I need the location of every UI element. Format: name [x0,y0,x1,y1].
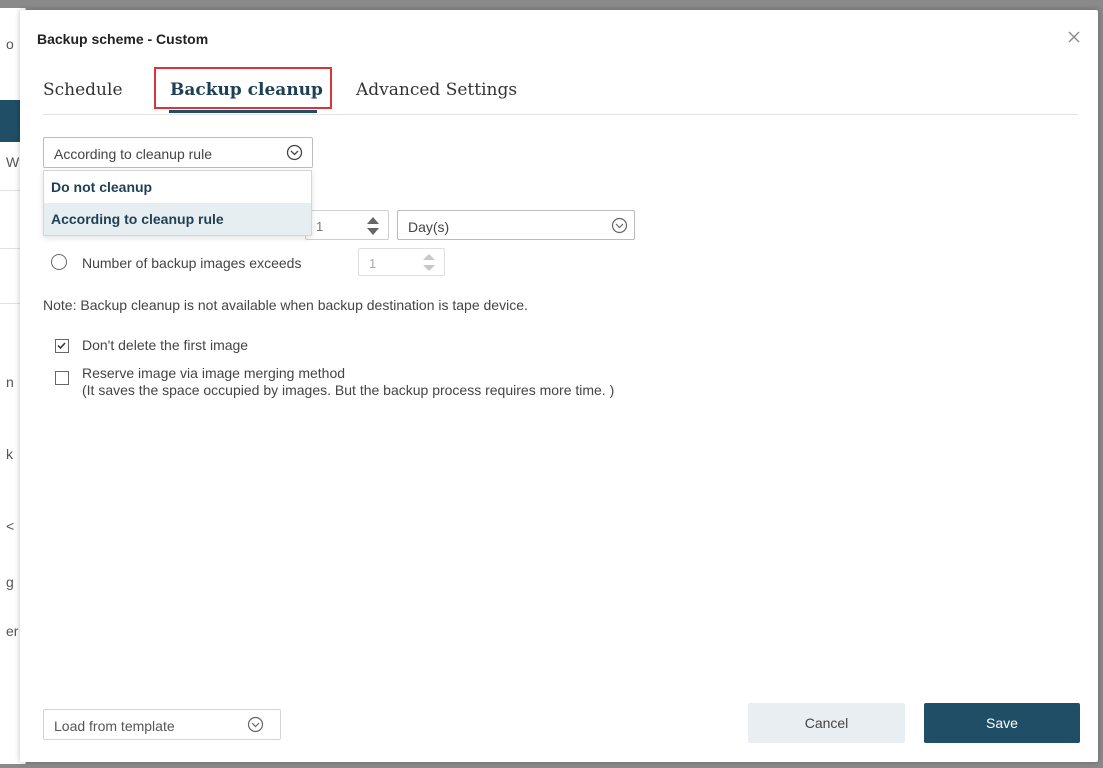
count-rule-radio[interactable] [51,254,67,270]
bg-text-fragment: n [6,374,14,390]
chevron-down-circle-icon [247,716,264,733]
dialog-title: Backup scheme - Custom [37,31,209,47]
bg-text-fragment: W [6,154,20,170]
cleanup-mode-select[interactable]: According to cleanup rule [43,137,313,168]
tape-device-note: Note: Backup cleanup is not available wh… [43,297,528,313]
stepper-down-icon[interactable] [423,265,435,271]
age-unit-select[interactable]: Day(s) [397,210,635,240]
age-unit-value: Day(s) [408,219,450,235]
bg-text-fragment: < [6,518,15,534]
cleanup-mode-value: According to cleanup rule [54,146,212,162]
bg-text-fragment: er [6,623,19,639]
tab-bar: Schedule Backup cleanup Advanced Setting… [43,66,1078,115]
close-button[interactable] [1064,27,1084,47]
stepper-down-icon[interactable] [367,228,379,235]
option-do-not-cleanup[interactable]: Do not cleanup [44,171,311,203]
cleanup-mode-dropdown: Do not cleanup According to cleanup rule [43,170,312,236]
keep-first-image-checkbox[interactable] [55,339,69,353]
active-tab-indicator [169,110,317,113]
age-value-stepper[interactable]: 1 [305,210,389,240]
load-template-label: Load from template [54,718,175,734]
chevron-down-circle-icon [611,217,628,234]
tab-highlight-box [154,67,332,109]
bg-text-fragment: k [6,446,13,462]
stepper-up-icon[interactable] [367,217,379,224]
option-according-to-cleanup-rule[interactable]: According to cleanup rule [44,203,311,235]
stepper-up-icon[interactable] [423,254,435,260]
backup-scheme-dialog: Backup scheme - Custom Schedule Backup c… [20,10,1098,762]
tab-schedule[interactable]: Schedule [43,80,123,100]
chevron-down-circle-icon [286,144,303,161]
load-template-select[interactable]: Load from template [43,709,281,740]
count-value-stepper[interactable]: 1 [358,248,445,276]
age-value: 1 [316,219,324,234]
close-icon [1068,31,1080,43]
count-value: 1 [369,256,377,271]
merge-image-label: Reserve image via image merging method [82,365,346,381]
count-rule-label: Number of backup images exceeds [82,255,302,271]
bg-text-fragment: o [6,36,14,52]
tab-advanced-settings[interactable]: Advanced Settings [356,80,517,100]
merge-image-checkbox[interactable] [55,371,69,385]
save-button[interactable]: Save [924,703,1080,743]
merge-image-sublabel: (It saves the space occupied by images. … [82,382,615,398]
cancel-button[interactable]: Cancel [748,703,905,743]
keep-first-image-label: Don't delete the first image [82,337,249,353]
bg-text-fragment: g [6,574,14,590]
check-icon [57,342,66,350]
